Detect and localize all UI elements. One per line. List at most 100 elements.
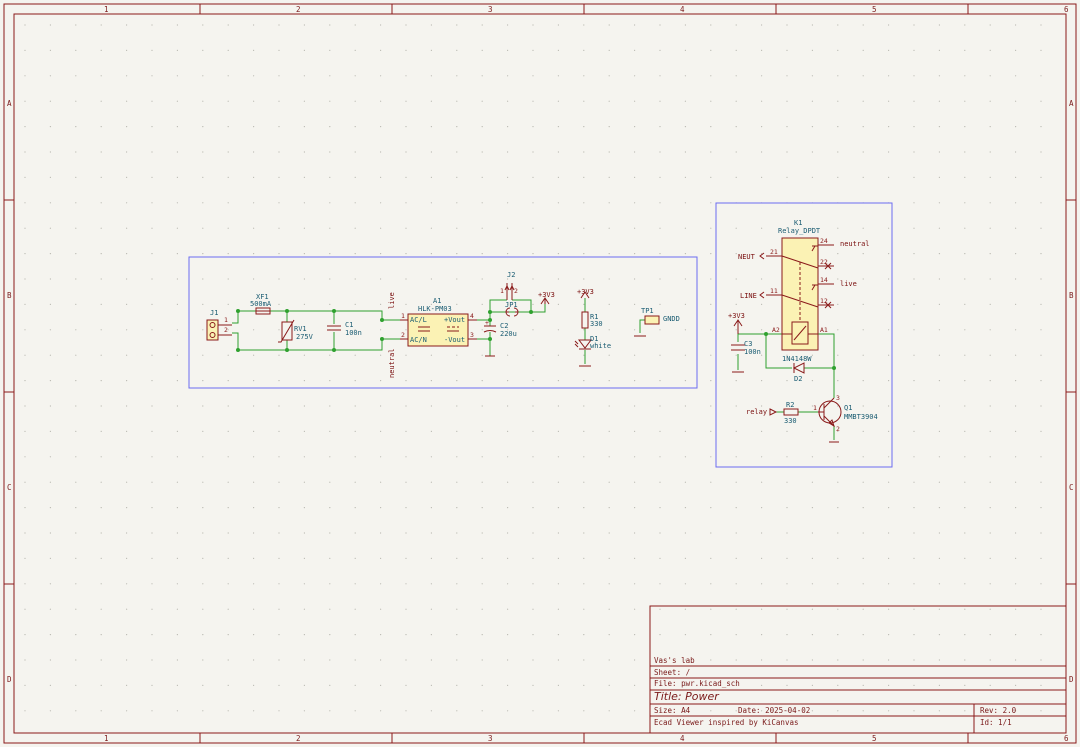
grid-dot <box>481 659 483 661</box>
grid-dot <box>634 75 636 77</box>
grid-dot <box>684 303 687 305</box>
grid-dot <box>151 24 153 26</box>
grid-dot <box>811 481 814 483</box>
grid-dot <box>710 75 712 77</box>
grid-dot <box>380 151 382 153</box>
grid-dot <box>329 710 331 712</box>
grid-dot <box>811 710 814 712</box>
grid-dot <box>278 684 280 687</box>
grid-dot <box>380 684 382 687</box>
grid-dot <box>405 608 407 610</box>
grid-dot <box>430 710 432 712</box>
grid-dot <box>786 532 788 534</box>
grid-dot <box>989 354 991 356</box>
grid-dot <box>811 456 814 458</box>
grid-dot <box>811 354 814 356</box>
grid-dot <box>710 176 712 178</box>
grid-dot <box>176 202 178 204</box>
grid-dot <box>659 507 661 509</box>
j2-pin1: 1 <box>500 287 504 295</box>
grid-dot <box>862 380 864 382</box>
grid-dot <box>329 151 331 153</box>
grid-dot <box>786 608 788 610</box>
row-label-d-right: D <box>1069 675 1074 684</box>
grid-dot <box>1015 49 1017 52</box>
grid-dot <box>100 380 102 382</box>
title-block-id: Id: 1/1 <box>980 718 1012 727</box>
grid-dot <box>354 126 356 128</box>
grid-dot <box>507 49 509 52</box>
grid-dot <box>151 684 153 687</box>
grid-dot <box>608 100 610 102</box>
grid-dot <box>938 202 941 204</box>
grid-dot <box>532 49 534 52</box>
grid-dot <box>456 354 458 356</box>
grid-dot <box>634 684 636 687</box>
grid-dot <box>303 354 305 356</box>
grid-dot <box>964 456 966 458</box>
grid-dot <box>126 100 128 102</box>
a1-pin-acl: AC/L <box>410 316 427 324</box>
grid-dot <box>913 354 915 356</box>
grid-dot <box>405 557 407 560</box>
grid-dot <box>532 126 534 128</box>
grid-dot <box>583 507 585 509</box>
grid-dot <box>24 583 26 585</box>
grid-dot <box>761 126 763 128</box>
grid-dot <box>532 557 534 560</box>
grid-dot <box>24 202 26 204</box>
grid-dot <box>456 49 458 52</box>
grid-dot <box>938 608 941 610</box>
grid-dot <box>608 278 610 280</box>
grid-dot <box>456 710 458 712</box>
grid-dot <box>278 430 280 432</box>
grid-dot <box>710 481 712 483</box>
grid-dot <box>913 75 915 77</box>
grid-dot <box>278 303 280 305</box>
grid-dot <box>888 608 890 610</box>
grid-dot <box>786 430 788 432</box>
v33-power-symbol-1: +3V3 <box>538 291 555 305</box>
grid-dot <box>634 303 636 305</box>
grid-dot <box>913 583 915 585</box>
grid-dot <box>100 659 102 661</box>
grid-dot <box>710 303 712 305</box>
grid-dot <box>430 430 432 432</box>
grid-dot <box>557 303 560 305</box>
grid-dot <box>202 49 204 52</box>
grid-dot <box>456 608 458 610</box>
col-label-1: 1 <box>104 5 109 14</box>
grid-dot <box>659 608 661 610</box>
grid-dot <box>557 202 560 204</box>
grid-dot <box>837 151 839 153</box>
grid-dot <box>507 710 509 712</box>
grid-dot <box>151 100 153 102</box>
grid-dot <box>227 24 229 26</box>
grid-dot <box>888 354 890 356</box>
grid-dot <box>989 380 991 382</box>
grid-dot <box>964 659 966 661</box>
grid-dot <box>354 405 356 407</box>
grid-dot <box>481 557 483 560</box>
grid-dot <box>380 405 382 407</box>
grid-dot <box>126 329 128 331</box>
grid-dot <box>583 100 585 102</box>
grid-dot <box>126 583 128 585</box>
d1-led: D1 white <box>574 335 611 350</box>
grid-dot <box>583 49 585 52</box>
grid-dot <box>253 126 255 128</box>
grid-dot <box>938 481 941 483</box>
grid-dot <box>430 405 432 407</box>
grid-dot <box>608 557 610 560</box>
grid-dot <box>227 100 229 102</box>
grid-dot <box>964 278 966 280</box>
grid-dot <box>684 202 687 204</box>
grid-dot <box>557 75 560 77</box>
j2-connector: J2 1 2 <box>500 271 518 300</box>
grid-dot <box>75 151 77 153</box>
grid-dot <box>100 227 102 229</box>
grid-dot <box>430 659 432 661</box>
grid-dot <box>837 329 839 331</box>
grid-dot <box>100 430 102 432</box>
global-label-relay-text: relay <box>746 408 767 416</box>
